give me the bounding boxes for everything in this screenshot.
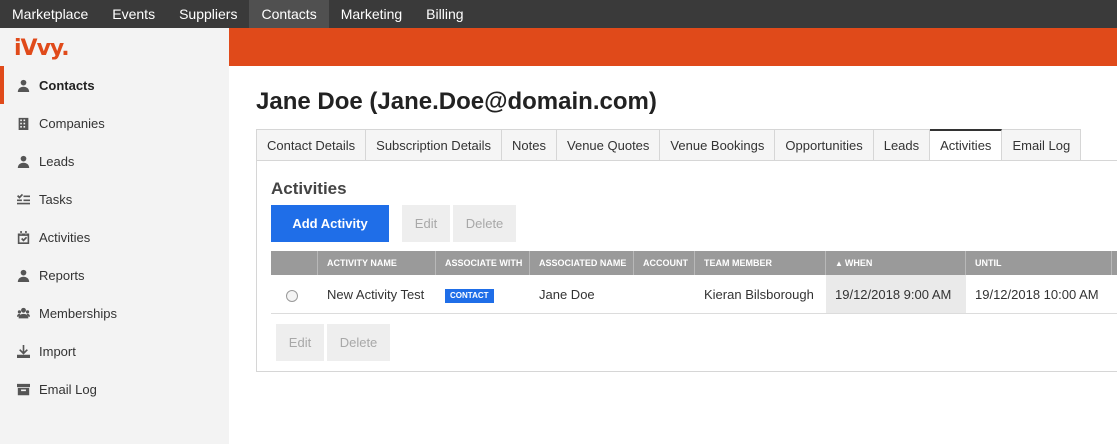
user-icon [16,268,30,282]
contact-tabs: Contact Details Subscription Details Not… [256,129,1082,161]
sidebar-item-activities[interactable]: Activities [0,218,229,256]
edit-button[interactable]: Edit [402,205,450,242]
brand-banner [229,28,1117,66]
footer-delete-button[interactable]: Delete [327,324,390,361]
column-header-when-label: When [844,258,873,268]
column-header-select [271,251,318,275]
sidebar-item-tasks[interactable]: Tasks [0,180,229,218]
sort-ascending-icon: ▲ [835,259,843,268]
column-header-associated-name[interactable]: Associated Name [530,251,634,275]
tab-subscription-details[interactable]: Subscription Details [366,129,503,161]
tab-venue-bookings[interactable]: Venue Bookings [660,129,776,161]
users-icon [16,306,30,320]
sidebar-item-label: Activities [39,229,91,245]
tab-activities[interactable]: Activities [930,129,1003,161]
tab-venue-quotes[interactable]: Venue Quotes [557,129,661,161]
sidebar-item-label: Leads [39,153,75,169]
column-header-when[interactable]: ▲ When [826,251,966,275]
sidebar-item-label: Import [39,343,76,359]
nav-marketing[interactable]: Marketing [329,0,414,28]
cell-activity-name: New Activity Test [327,287,425,302]
sidebar-item-leads[interactable]: Leads [0,142,229,180]
row-select-radio[interactable] [286,289,298,302]
sidebar-menu: Contacts Companies Leads Tasks Activitie… [0,66,229,408]
sidebar-item-label: Email Log [39,381,97,397]
activities-panel: Activities Add Activity Edit Delete Acti… [256,160,1117,372]
sidebar: iVvy. Contacts Companies Leads Tasks Act… [0,28,229,444]
sidebar-item-companies[interactable]: Companies [0,104,229,142]
cell-until: 19/12/2018 10:00 AM [975,287,1099,302]
column-header-activity-name[interactable]: Activity Name [318,251,436,275]
sidebar-item-contacts[interactable]: Contacts [0,66,229,104]
column-header-account[interactable]: Account [634,251,695,275]
sidebar-item-email-log[interactable]: Email Log [0,370,229,408]
cell-account [634,275,695,313]
building-icon [16,116,30,130]
nav-contacts[interactable]: Contacts [249,0,329,28]
sidebar-item-memberships[interactable]: Memberships [0,294,229,332]
tab-contact-details[interactable]: Contact Details [256,129,367,161]
tab-leads[interactable]: Leads [873,129,931,161]
nav-billing[interactable]: Billing [414,0,475,28]
cell-when: 19/12/2018 9:00 AM [826,275,966,313]
archive-icon [16,382,30,396]
sidebar-item-label: Reports [39,267,85,283]
nav-marketplace[interactable]: Marketplace [0,0,100,28]
column-header-team-member[interactable]: Team Member [695,251,826,275]
column-header-associate-with[interactable]: Associate With [436,251,530,275]
delete-button[interactable]: Delete [453,205,516,242]
checklist-icon [16,192,30,206]
tab-notes[interactable]: Notes [502,129,558,161]
tab-email-log[interactable]: Email Log [1002,129,1082,161]
associate-type-badge: CONTACT [445,288,494,303]
ivvy-logo[interactable]: iVvy. [14,36,70,62]
sidebar-item-label: Tasks [39,191,73,207]
table-row[interactable]: New Activity Test CONTACT Jane Doe Kiera… [271,275,1117,314]
grid-header: Activity Name Associate With Associated … [271,251,1117,275]
sidebar-item-reports[interactable]: Reports [0,256,229,294]
top-navigation: Marketplace Events Suppliers Contacts Ma… [0,0,1117,28]
sidebar-item-import[interactable]: Import [0,332,229,370]
cell-associated-name: Jane Doe [539,287,595,302]
page-title: Jane Doe (Jane.Doe@domain.com) [256,88,657,115]
section-title: Activities [271,179,347,198]
user-icon [16,154,30,168]
row-select-cell [271,275,318,313]
footer-edit-button[interactable]: Edit [276,324,324,361]
cell-team-member: Kieran Bilsborough [704,287,814,302]
add-activity-button[interactable]: Add Activity [271,205,389,242]
download-icon [16,344,30,358]
cell-associate-with: CONTACT [436,275,530,313]
tab-opportunities[interactable]: Opportunities [775,129,874,161]
sidebar-item-label: Contacts [39,77,95,93]
user-icon [16,78,30,92]
sidebar-item-label: Companies [39,115,105,131]
nav-events[interactable]: Events [100,0,167,28]
activities-grid: Activity Name Associate With Associated … [271,251,1117,314]
nav-suppliers[interactable]: Suppliers [167,0,249,28]
calendar-check-icon [16,230,30,244]
column-header-until[interactable]: Until [966,251,1112,275]
sidebar-item-label: Memberships [39,305,118,321]
